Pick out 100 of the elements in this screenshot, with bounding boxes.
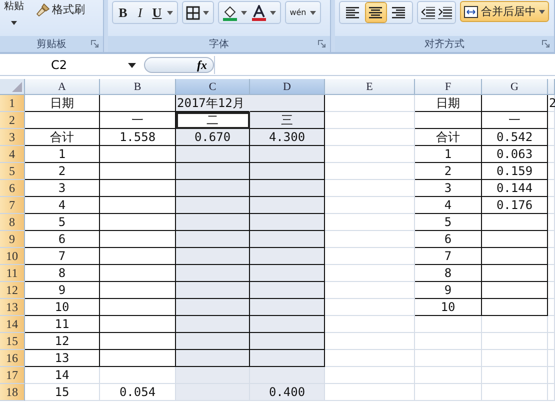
table-cell: 0.159 — [482, 163, 548, 180]
table-cell: 10 — [25, 299, 100, 316]
table-cell: 1 — [415, 146, 482, 163]
table-cell: 一 — [482, 112, 548, 129]
format-painter-button[interactable]: 格式刷 — [36, 2, 85, 17]
table-cell: 2 — [548, 95, 555, 112]
row-header[interactable]: 4 — [0, 146, 25, 163]
bold-button[interactable]: B — [116, 4, 130, 20]
table-cell: 2017年12月 — [176, 95, 250, 112]
row-header[interactable]: 14 — [0, 316, 25, 333]
group-label: 对齐方式 — [424, 38, 464, 51]
table-cell: 合计 — [415, 129, 482, 146]
table-cell — [482, 333, 548, 350]
table-cell — [482, 299, 548, 316]
paste-button[interactable]: 粘贴 — [4, 1, 24, 13]
table-cell: 日期 — [25, 95, 100, 112]
caret-icon — [11, 21, 17, 25]
column-header[interactable]: E — [325, 79, 415, 95]
insert-function-button[interactable]: fx — [197, 58, 207, 72]
font-color-icon[interactable] — [251, 4, 267, 20]
caret-icon[interactable] — [203, 10, 209, 14]
table-cell — [482, 248, 548, 265]
caret-icon — [539, 10, 545, 14]
table-cell: 二 — [176, 112, 250, 129]
column-header[interactable]: B — [100, 79, 176, 95]
table-cell — [482, 316, 548, 333]
table-cell: 4.300 — [250, 129, 325, 146]
align-button[interactable] — [366, 3, 386, 22]
table-cell: 7 — [25, 248, 100, 265]
table-cell — [482, 384, 548, 401]
table-cell — [482, 214, 548, 231]
table-cell: 6 — [25, 231, 100, 248]
italic-button[interactable]: I — [133, 4, 147, 20]
align-icon — [346, 6, 360, 18]
row-header[interactable]: 10 — [0, 248, 25, 265]
table-cell — [482, 95, 548, 112]
row-header[interactable]: 3 — [0, 129, 25, 146]
column-header[interactable]: D — [250, 79, 325, 95]
table-cell: 13 — [25, 350, 100, 367]
table-cell — [415, 350, 482, 367]
dialog-launcher-icon[interactable] — [91, 40, 99, 48]
column-header[interactable]: A — [25, 79, 100, 95]
align-icon — [369, 6, 383, 18]
table-cell: 0.144 — [482, 180, 548, 197]
decrease-indent-icon[interactable] — [421, 6, 435, 18]
table-cell — [482, 231, 548, 248]
row-header[interactable]: 11 — [0, 265, 25, 282]
increase-indent-icon[interactable] — [438, 6, 452, 18]
table-cell — [415, 333, 482, 350]
column-header[interactable]: F — [415, 79, 482, 95]
row-header[interactable]: 1 — [0, 95, 25, 112]
table-cell — [415, 112, 482, 129]
caret-icon[interactable] — [241, 10, 247, 14]
row-header[interactable]: 9 — [0, 231, 25, 248]
table-cell: 5 — [415, 214, 482, 231]
dialog-launcher-icon[interactable] — [318, 40, 326, 48]
table-cell: 7 — [415, 248, 482, 265]
row-header[interactable]: 15 — [0, 333, 25, 350]
column-header[interactable]: G — [482, 79, 548, 95]
table-cell: 3 — [25, 180, 100, 197]
table-cell: 5 — [25, 214, 100, 231]
fill-color-icon[interactable] — [222, 4, 238, 20]
brush-icon — [36, 2, 50, 16]
table-cell: 0.542 — [482, 129, 548, 146]
caret-icon[interactable] — [310, 10, 316, 14]
table-cell: 2 — [415, 163, 482, 180]
table-cell — [482, 367, 548, 384]
table-cell: 4 — [415, 197, 482, 214]
row-header[interactable]: 8 — [0, 214, 25, 231]
table-cell: 0.400 — [250, 384, 325, 401]
table-cell: 3 — [415, 180, 482, 197]
caret-icon[interactable] — [270, 10, 276, 14]
row-header[interactable]: 18 — [0, 384, 25, 401]
underline-button[interactable]: U — [150, 4, 164, 20]
name-box[interactable]: C2 — [0, 56, 140, 74]
row-header[interactable]: 13 — [0, 299, 25, 316]
borders-icon[interactable] — [186, 6, 200, 20]
row-header[interactable]: 5 — [0, 163, 25, 180]
table-cell: 1 — [25, 146, 100, 163]
row-header[interactable]: 12 — [0, 282, 25, 299]
row-header[interactable]: 7 — [0, 197, 25, 214]
row-header[interactable]: 16 — [0, 350, 25, 367]
align-icon — [392, 6, 406, 18]
column-header[interactable]: C — [176, 79, 250, 95]
table-cell: 9 — [25, 282, 100, 299]
phonetic-button[interactable]: wén — [289, 8, 307, 17]
caret-icon[interactable] — [167, 10, 173, 14]
dialog-launcher-icon[interactable] — [542, 40, 550, 48]
table-cell — [482, 282, 548, 299]
row-header[interactable]: 2 — [0, 112, 25, 129]
merge-center-button[interactable]: 合并后居中 — [460, 1, 549, 22]
table-cell: 2 — [25, 163, 100, 180]
table-cell: 0.063 — [482, 146, 548, 163]
table-cell: 12 — [25, 333, 100, 350]
table-cell: 15 — [25, 384, 100, 401]
triangle-icon — [12, 82, 22, 92]
row-header[interactable]: 17 — [0, 367, 25, 384]
table-cell — [415, 367, 482, 384]
row-header[interactable]: 6 — [0, 180, 25, 197]
table-cell: 日期 — [415, 95, 482, 112]
